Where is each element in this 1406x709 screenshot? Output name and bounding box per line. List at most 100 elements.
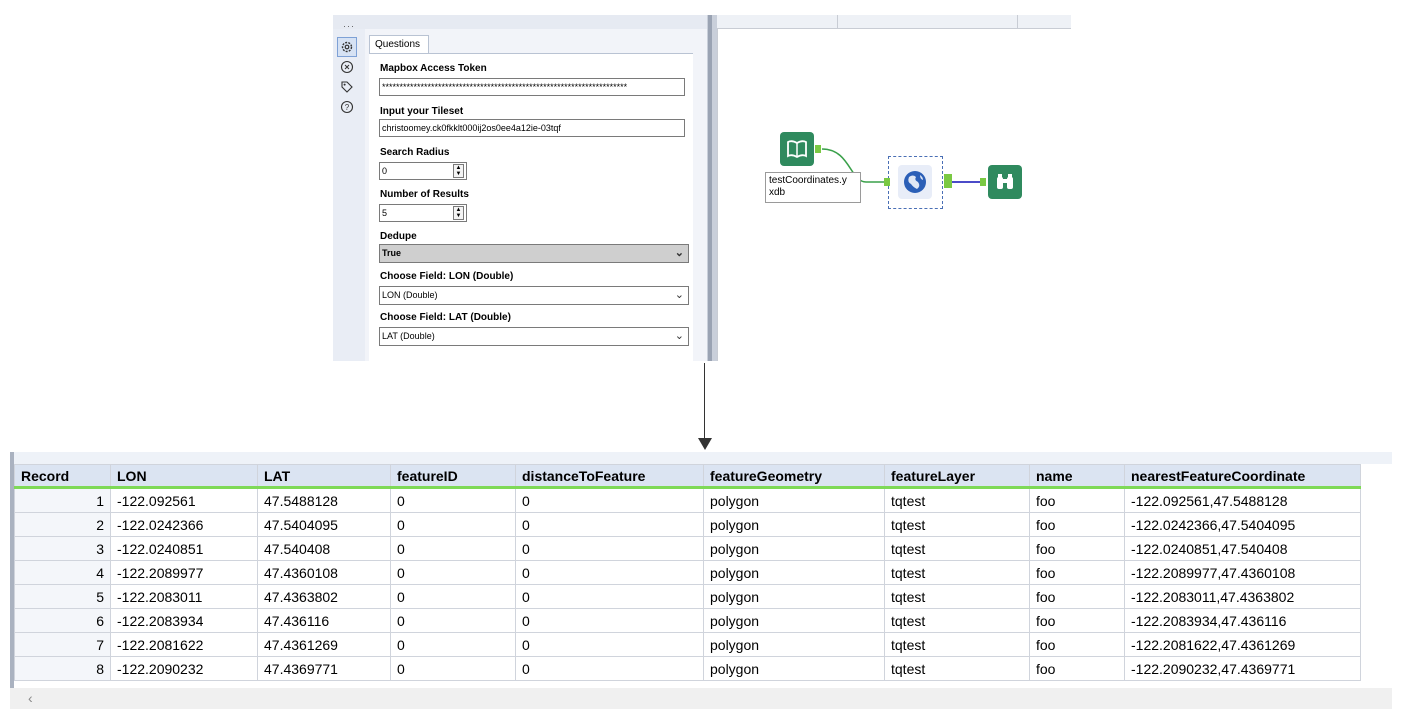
table-cell[interactable]: -122.2090232 — [110, 656, 258, 681]
table-cell[interactable]: 0 — [390, 487, 516, 513]
table-cell[interactable]: -122.092561 — [110, 487, 258, 513]
table-cell[interactable]: polygon — [703, 656, 885, 681]
table-cell[interactable]: foo — [1029, 512, 1125, 537]
record-number-cell[interactable]: 5 — [14, 584, 111, 609]
table-cell[interactable]: 0 — [390, 536, 516, 561]
table-cell[interactable]: 0 — [390, 632, 516, 657]
table-cell[interactable]: -122.2083011,47.4363802 — [1124, 584, 1361, 609]
table-row[interactable]: 6 -122.2083934 47.436116 0 0 polygon tqtest foo… — [14, 608, 1361, 633]
table-cell[interactable]: 47.540408 — [257, 536, 391, 561]
record-number-cell[interactable]: 8 — [14, 656, 111, 681]
table-cell[interactable]: tqtest — [884, 584, 1030, 609]
table-cell[interactable]: 0 — [515, 560, 704, 585]
table-cell[interactable]: -122.2083934 — [110, 608, 258, 633]
record-number-cell[interactable]: 3 — [14, 536, 111, 561]
table-cell[interactable]: -122.2083934,47.436116 — [1124, 608, 1361, 633]
table-cell[interactable]: foo — [1029, 560, 1125, 585]
table-cell[interactable]: 0 — [390, 608, 516, 633]
table-cell[interactable]: 47.5404095 — [257, 512, 391, 537]
output-anchor[interactable] — [944, 174, 952, 188]
table-cell[interactable]: 0 — [515, 536, 704, 561]
table-cell[interactable]: foo — [1029, 584, 1125, 609]
table-row[interactable]: 7 -122.2081622 47.4361269 0 0 polygon tqtest fo… — [14, 632, 1361, 657]
table-cell[interactable]: -122.092561,47.5488128 — [1124, 487, 1361, 513]
table-cell[interactable]: 0 — [390, 656, 516, 681]
table-row[interactable]: 3 -122.0240851 47.540408 0 0 polygon tqtest foo… — [14, 536, 1361, 561]
table-cell[interactable]: polygon — [703, 608, 885, 633]
horizontal-scrollbar[interactable]: ‹ — [10, 688, 1392, 709]
table-cell[interactable]: foo — [1029, 608, 1125, 633]
table-cell[interactable]: polygon — [703, 487, 885, 513]
output-anchor[interactable] — [815, 145, 821, 153]
record-number-cell[interactable]: 4 — [14, 560, 111, 585]
column-header[interactable]: LON — [110, 464, 258, 489]
column-header[interactable]: nearestFeatureCoordinate — [1124, 464, 1361, 489]
table-cell[interactable]: -122.2089977,47.4360108 — [1124, 560, 1361, 585]
table-cell[interactable]: polygon — [703, 560, 885, 585]
table-cell[interactable]: 47.4361269 — [257, 632, 391, 657]
input-label-line2: xdb — [769, 187, 786, 198]
table-row[interactable]: 4 -122.2089977 47.4360108 0 0 polygon tqtest fo… — [14, 560, 1361, 585]
input-data-tool[interactable] — [780, 132, 814, 166]
column-header[interactable]: featureLayer — [884, 464, 1030, 489]
table-cell[interactable]: foo — [1029, 632, 1125, 657]
table-cell[interactable]: 47.4363802 — [257, 584, 391, 609]
table-cell[interactable]: -122.0242366 — [110, 512, 258, 537]
table-cell[interactable]: tqtest — [884, 487, 1030, 513]
column-header[interactable]: name — [1029, 464, 1125, 489]
scroll-left-icon[interactable]: ‹ — [28, 690, 33, 706]
table-row[interactable]: 1 -122.092561 47.5488128 0 0 polygon tqtest foo… — [14, 487, 1361, 513]
table-cell[interactable]: 47.4360108 — [257, 560, 391, 585]
table-cell[interactable]: -122.0242366,47.5404095 — [1124, 512, 1361, 537]
input-anchor[interactable] — [980, 178, 986, 186]
table-cell[interactable]: polygon — [703, 512, 885, 537]
table-cell[interactable]: 0 — [390, 512, 516, 537]
table-cell[interactable]: 0 — [515, 512, 704, 537]
table-cell[interactable]: 0 — [515, 656, 704, 681]
table-cell[interactable]: -122.0240851 — [110, 536, 258, 561]
table-cell[interactable]: 0 — [515, 632, 704, 657]
table-cell[interactable]: -122.2081622,47.4361269 — [1124, 632, 1361, 657]
mapbox-geocoder-tool[interactable] — [898, 165, 932, 199]
table-cell[interactable]: 47.5488128 — [257, 487, 391, 513]
record-number-cell[interactable]: 6 — [14, 608, 111, 633]
table-cell[interactable]: polygon — [703, 632, 885, 657]
table-cell[interactable]: -122.2083011 — [110, 584, 258, 609]
table-cell[interactable]: 47.436116 — [257, 608, 391, 633]
input-anchor[interactable] — [884, 178, 890, 186]
table-cell[interactable]: tqtest — [884, 656, 1030, 681]
record-number-cell[interactable]: 2 — [14, 512, 111, 537]
table-row[interactable]: 5 -122.2083011 47.4363802 0 0 polygon tqtest fo… — [14, 584, 1361, 609]
table-cell[interactable]: 0 — [390, 560, 516, 585]
table-cell[interactable]: tqtest — [884, 560, 1030, 585]
column-header[interactable]: featureID — [390, 464, 516, 489]
table-cell[interactable]: -122.0240851,47.540408 — [1124, 536, 1361, 561]
table-cell[interactable]: 0 — [515, 487, 704, 513]
table-cell[interactable]: polygon — [703, 536, 885, 561]
column-header[interactable]: Record — [14, 464, 111, 489]
column-header[interactable]: featureGeometry — [703, 464, 885, 489]
browse-tool[interactable] — [988, 165, 1022, 199]
table-cell[interactable]: foo — [1029, 536, 1125, 561]
table-row[interactable]: 2 -122.0242366 47.5404095 0 0 polygon tqtest fo… — [14, 512, 1361, 537]
record-number-cell[interactable]: 7 — [14, 632, 111, 657]
table-cell[interactable]: foo — [1029, 487, 1125, 513]
table-cell[interactable]: 47.4369771 — [257, 656, 391, 681]
table-cell[interactable]: foo — [1029, 656, 1125, 681]
column-header[interactable]: distanceToFeature — [515, 464, 704, 489]
results-table: Record LON LAT featureID distanceToFeature fe… — [14, 464, 1361, 681]
table-cell[interactable]: polygon — [703, 584, 885, 609]
table-cell[interactable]: 0 — [515, 584, 704, 609]
table-cell[interactable]: -122.2090232,47.4369771 — [1124, 656, 1361, 681]
table-cell[interactable]: 0 — [390, 584, 516, 609]
table-cell[interactable]: tqtest — [884, 632, 1030, 657]
record-number-cell[interactable]: 1 — [14, 487, 111, 513]
table-row[interactable]: 8 -122.2090232 47.4369771 0 0 polygon tqtest fo… — [14, 656, 1361, 681]
column-header[interactable]: LAT — [257, 464, 391, 489]
table-cell[interactable]: 0 — [515, 608, 704, 633]
table-cell[interactable]: tqtest — [884, 512, 1030, 537]
table-cell[interactable]: -122.2089977 — [110, 560, 258, 585]
table-cell[interactable]: tqtest — [884, 608, 1030, 633]
table-cell[interactable]: tqtest — [884, 536, 1030, 561]
table-cell[interactable]: -122.2081622 — [110, 632, 258, 657]
